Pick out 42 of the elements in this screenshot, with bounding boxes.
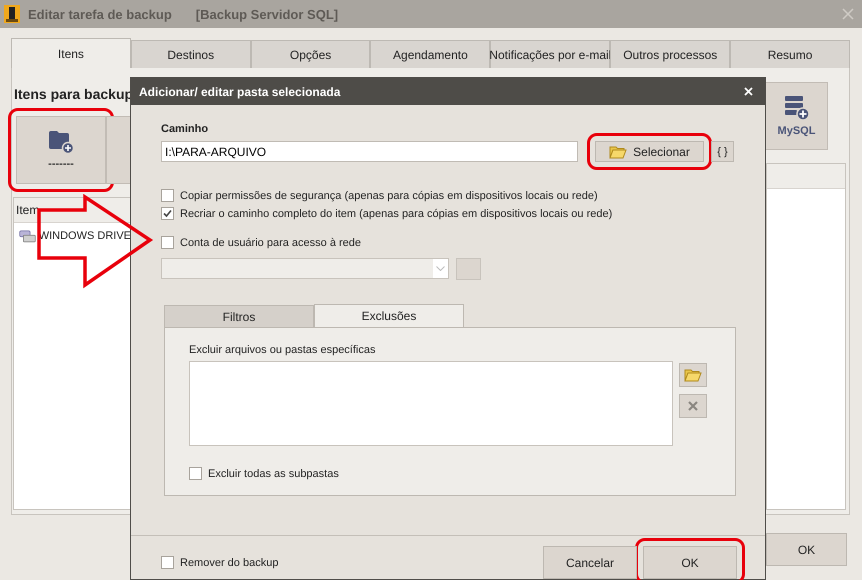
cancel-button[interactable]: Cancelar — [543, 546, 637, 579]
checkbox-label: Remover do backup — [180, 556, 278, 568]
tab[interactable]: Resumo — [730, 40, 850, 68]
checkbox[interactable] — [161, 236, 174, 249]
chevron-down-icon — [436, 266, 445, 271]
field-label: Caminho — [161, 123, 210, 135]
folder-icon — [609, 144, 628, 158]
folder-plus-icon — [48, 130, 74, 154]
ok-button[interactable]: OK — [643, 546, 737, 579]
folder-icon — [684, 368, 702, 382]
path-field[interactable]: I:\PARA-ARQUIVO — [161, 141, 578, 162]
ok-button[interactable]: OK — [766, 533, 847, 566]
checkbox-label: Excluir todas as subpastas — [208, 468, 339, 480]
app-icon — [4, 5, 20, 23]
database-plus-icon — [784, 95, 810, 121]
tab[interactable]: Agendamento — [370, 40, 490, 68]
checkbox[interactable] — [161, 556, 174, 569]
checkbox-label: Conta de usuário para acesso à rede — [180, 236, 362, 248]
window-title: Editar tarefa de backup — [28, 6, 172, 22]
window-subtitle: [Backup Servidor SQL] — [196, 6, 338, 22]
tab[interactable]: Itens — [11, 38, 131, 68]
checkbox-label: Copiar permissões de segurança (apenas para cópias em dispositivos locais ou rede) — [180, 190, 598, 202]
tab[interactable]: Filtros — [164, 305, 314, 327]
tab[interactable]: Exclusões — [314, 304, 464, 327]
checkbox[interactable] — [189, 467, 202, 480]
variables-button[interactable]: { } — [711, 141, 734, 162]
exclusions-list[interactable] — [189, 361, 673, 446]
add-button[interactable] — [679, 363, 707, 387]
mysql-button[interactable]: MySQL — [765, 82, 828, 150]
checkbox[interactable] — [161, 189, 174, 202]
close-icon — [688, 401, 698, 411]
select-button[interactable]: Selecionar — [595, 141, 704, 162]
toolbar-button[interactable] — [106, 116, 132, 184]
tab[interactable]: Destinos — [130, 40, 251, 68]
add-folder-button[interactable]: ------- — [16, 116, 106, 184]
list-label: Excluir arquivos ou pastas específicas — [189, 344, 376, 356]
dialog-title: Adicionar/ editar pasta selecionada — [139, 84, 340, 98]
checkbox[interactable] — [161, 207, 174, 220]
checkbox-label: Recriar o caminho completo do item (apenas para cópias em dispositivos locais ou rede) — [180, 208, 612, 220]
tab[interactable]: Opções — [250, 40, 370, 68]
remove-button[interactable] — [679, 394, 707, 418]
tab[interactable]: Outros processos — [610, 40, 730, 68]
